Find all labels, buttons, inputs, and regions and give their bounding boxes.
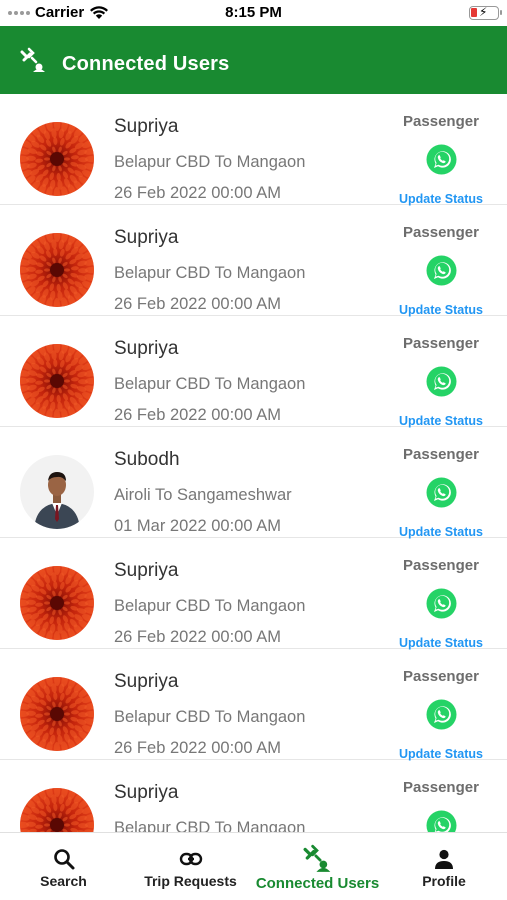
user-role: Passenger	[403, 668, 479, 685]
battery-icon: ⚡	[469, 5, 502, 20]
bottom-tab-bar: Search Trip Requests Connected Users Pro…	[0, 832, 507, 900]
update-status-button[interactable]: Update Status	[380, 414, 502, 428]
whatsapp-icon[interactable]	[426, 810, 457, 832]
connected-users-icon	[303, 844, 330, 872]
trip-route: Belapur CBD To Mangaon	[114, 708, 306, 726]
tab-search[interactable]: Search	[0, 833, 127, 900]
list-item[interactable]: Supriya Belapur CBD To Mangaon 26 Feb 20…	[0, 538, 507, 650]
avatar	[20, 455, 94, 529]
app-header: Connected Users	[0, 26, 507, 94]
person-icon	[435, 849, 453, 869]
tab-label: Search	[40, 873, 87, 889]
whatsapp-icon[interactable]	[426, 699, 457, 730]
user-name: Supriya	[114, 227, 179, 248]
trip-date: 26 Feb 2022 00:00 AM	[114, 295, 281, 313]
tab-label: Profile	[422, 873, 466, 889]
whatsapp-icon[interactable]	[426, 144, 457, 175]
trip-date: 26 Feb 2022 00:00 AM	[114, 406, 281, 424]
list-item[interactable]: Supriya Belapur CBD To Mangaon 26 Feb 20…	[0, 649, 507, 761]
user-name: Supriya	[114, 671, 179, 692]
clock: 8:15 PM	[225, 4, 282, 21]
whatsapp-icon[interactable]	[426, 588, 457, 619]
user-name: Supriya	[114, 116, 179, 137]
user-role: Passenger	[403, 113, 479, 130]
update-status-button[interactable]: Update Status	[380, 636, 502, 650]
avatar	[20, 233, 94, 307]
user-role: Passenger	[403, 224, 479, 241]
list-item[interactable]: Supriya Belapur CBD To Mangaon 26 Feb 20…	[0, 94, 507, 206]
connected-users-icon	[20, 47, 45, 72]
trip-route: Belapur CBD To Mangaon	[114, 153, 306, 171]
avatar	[20, 122, 94, 196]
search-icon	[53, 849, 74, 870]
update-status-button[interactable]: Update Status	[380, 747, 502, 761]
link-icon	[179, 852, 202, 866]
tab-label: Connected Users	[255, 875, 380, 892]
user-role: Passenger	[403, 779, 479, 796]
avatar	[20, 788, 94, 832]
page-title: Connected Users	[62, 53, 230, 75]
user-role: Passenger	[403, 446, 479, 463]
update-status-button[interactable]: Update Status	[380, 303, 502, 317]
whatsapp-icon[interactable]	[426, 366, 457, 397]
update-status-button[interactable]: Update Status	[380, 192, 502, 206]
list-item[interactable]: Supriya Belapur CBD To Mangaon 26 Feb 20…	[0, 316, 507, 428]
trip-route: Airoli To Sangameshwar	[114, 486, 292, 504]
update-status-button[interactable]: Update Status	[380, 525, 502, 539]
list-item[interactable]: Supriya Belapur CBD To Mangaon 26 Feb 20…	[0, 205, 507, 317]
tab-profile[interactable]: Profile	[381, 833, 507, 900]
user-name: Supriya	[114, 560, 179, 581]
trip-date: 01 Mar 2022 00:00 AM	[114, 517, 281, 535]
tab-trip-requests[interactable]: Trip Requests	[127, 833, 254, 900]
whatsapp-icon[interactable]	[426, 255, 457, 286]
trip-route: Belapur CBD To Mangaon	[114, 597, 306, 615]
trip-date: 26 Feb 2022 00:00 AM	[114, 628, 281, 646]
trip-date: 26 Feb 2022 00:00 AM	[114, 184, 281, 202]
avatar	[20, 566, 94, 640]
trip-route: Belapur CBD To Mangaon	[114, 819, 306, 832]
connected-users-list[interactable]: Supriya Belapur CBD To Mangaon 26 Feb 20…	[0, 94, 507, 832]
trip-date: 26 Feb 2022 00:00 AM	[114, 739, 281, 757]
avatar	[20, 344, 94, 418]
user-name: Supriya	[114, 338, 179, 359]
user-role: Passenger	[403, 557, 479, 574]
whatsapp-icon[interactable]	[426, 477, 457, 508]
user-role: Passenger	[403, 335, 479, 352]
avatar	[20, 677, 94, 751]
status-bar: Carrier 8:15 PM ⚡	[0, 0, 507, 26]
list-item[interactable]: Subodh Airoli To Sangameshwar 01 Mar 202…	[0, 427, 507, 539]
trip-route: Belapur CBD To Mangaon	[114, 264, 306, 282]
user-name: Supriya	[114, 782, 179, 803]
list-item[interactable]: Supriya Belapur CBD To Mangaon Passenger	[0, 760, 507, 832]
user-name: Subodh	[114, 449, 180, 470]
trip-route: Belapur CBD To Mangaon	[114, 375, 306, 393]
tab-label: Trip Requests	[144, 873, 237, 889]
tab-connected-users[interactable]: Connected Users	[254, 833, 381, 900]
